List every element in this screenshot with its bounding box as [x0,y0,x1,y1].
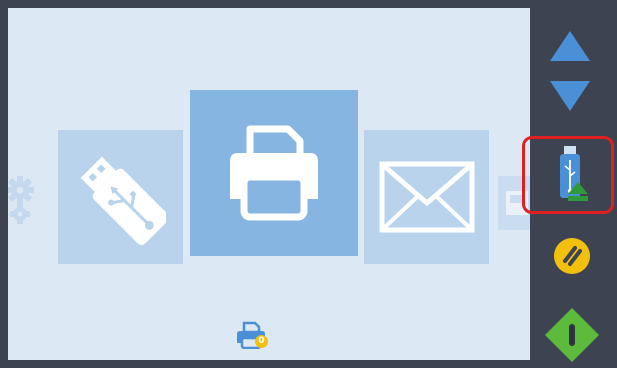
tile-fax[interactable] [498,176,530,230]
scroll-down-button[interactable] [548,78,592,118]
tile-settings[interactable] [8,163,38,237]
fax-icon [500,181,528,225]
envelope-icon [379,161,475,233]
usb-eject-icon [554,144,590,211]
tile-print[interactable] [190,90,358,256]
print-queue-status[interactable]: 0 [235,321,269,351]
main-screen: 0 [8,8,530,360]
device-panel: 0 [0,0,617,368]
stop-icon [552,236,592,281]
gear-icon [8,170,38,230]
job-count-badge: 0 [255,335,268,348]
stop-button[interactable] [552,236,592,281]
sidebar [522,0,617,368]
triangle-up-icon [548,29,592,68]
usb-eject-button[interactable] [554,144,590,211]
usb-stick-icon [76,147,166,247]
scroll-up-button[interactable] [548,28,592,68]
tile-email[interactable] [364,130,489,264]
start-icon [543,306,601,368]
printer-icon [222,123,326,223]
start-button[interactable] [543,306,601,368]
triangle-down-icon [548,79,592,118]
tile-usb[interactable] [58,130,183,264]
